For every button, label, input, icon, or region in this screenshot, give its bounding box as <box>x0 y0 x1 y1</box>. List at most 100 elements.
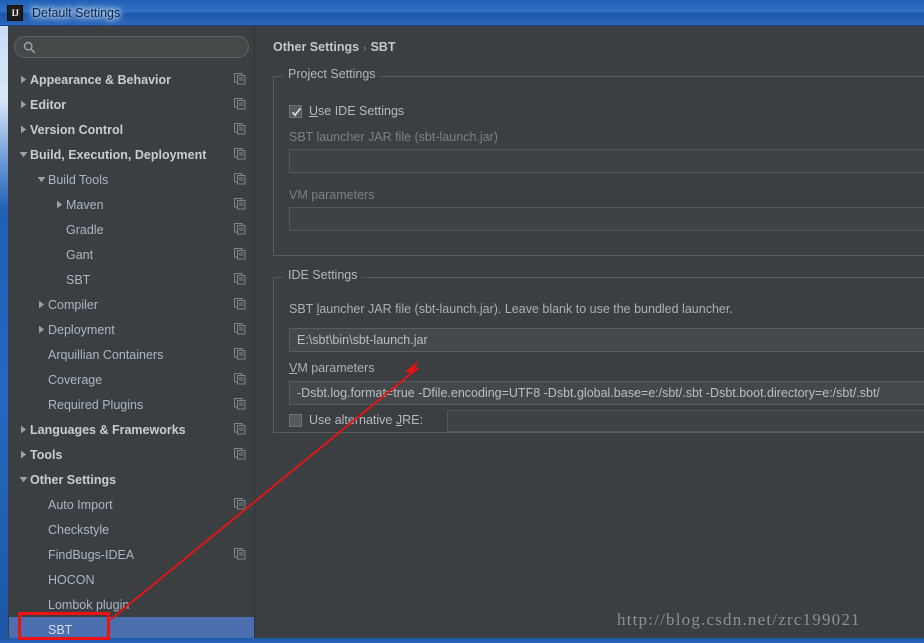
alternative-jre-input[interactable] <box>447 410 924 432</box>
settings-content-panel: Other Settings › SBT Project Settings Use … <box>255 27 924 638</box>
sidebar-item-label: Build Tools <box>48 172 109 187</box>
sidebar-item-deployment[interactable]: Deployment <box>9 317 254 342</box>
copy-settings-icon[interactable] <box>234 498 246 510</box>
sidebar-item-label: HOCON <box>48 572 95 587</box>
sidebar-item-label: Editor <box>30 97 67 112</box>
chevron-right-icon[interactable] <box>35 300 48 309</box>
project-launcher-jar-label: SBT launcher JAR file (sbt-launch.jar) <box>289 130 498 144</box>
window-title-bar: IJ Default Settings <box>0 0 924 26</box>
project-launcher-jar-input[interactable] <box>289 149 924 173</box>
sidebar-item-label: Tools <box>30 447 63 462</box>
chevron-right-icon[interactable] <box>17 75 30 84</box>
sidebar-item-coverage[interactable]: Coverage <box>9 367 254 392</box>
sidebar-item-label: Appearance & Behavior <box>30 72 172 87</box>
copy-settings-icon[interactable] <box>234 548 246 560</box>
chevron-down-icon[interactable] <box>17 150 30 159</box>
copy-settings-icon[interactable] <box>234 223 246 235</box>
sidebar-item-tools[interactable]: Tools <box>9 442 254 467</box>
copy-settings-icon[interactable] <box>234 123 246 135</box>
sidebar-item-label: Gradle <box>66 222 104 237</box>
copy-settings-icon[interactable] <box>234 448 246 460</box>
sidebar-item-sbt[interactable]: SBT <box>9 617 254 638</box>
chevron-right-icon[interactable] <box>53 200 66 209</box>
settings-dialog-window: IJ Default Settings Appearance & Behavio… <box>0 0 924 643</box>
alternative-jre-row[interactable]: Use alternative JRE: <box>289 413 423 427</box>
chevron-right-icon[interactable] <box>17 100 30 109</box>
chevron-right-icon[interactable] <box>17 450 30 459</box>
sidebar-item-gradle[interactable]: Gradle <box>9 217 254 242</box>
ide-vm-parameters-label-rest: parameters <box>307 361 375 375</box>
window-frame-left <box>0 26 8 643</box>
sidebar-item-build-execution-deployment[interactable]: Build, Execution, Deployment <box>9 142 254 167</box>
copy-settings-icon[interactable] <box>234 173 246 185</box>
sidebar-item-other-settings[interactable]: Other Settings <box>9 467 254 492</box>
breadcrumb: Other Settings › SBT <box>273 40 395 54</box>
settings-tree[interactable]: Appearance & Behavior Editor Version Contr… <box>9 67 254 638</box>
copy-settings-icon[interactable] <box>234 248 246 260</box>
copy-settings-icon[interactable] <box>234 98 246 110</box>
sidebar-item-compiler[interactable]: Compiler <box>9 292 254 317</box>
sidebar-item-label: Compiler <box>48 297 99 312</box>
sidebar-item-auto-import[interactable]: Auto Import <box>9 492 254 517</box>
sidebar-item-required-plugins[interactable]: Required Plugins <box>9 392 254 417</box>
copy-settings-icon[interactable] <box>234 273 246 285</box>
sidebar-item-lombok-plugin[interactable]: Lombok plugin <box>9 592 254 617</box>
chevron-down-icon[interactable] <box>17 475 30 484</box>
breadcrumb-separator-icon: › <box>363 43 367 54</box>
ide-vm-parameters-input[interactable]: -Dsbt.log.format=true -Dfile.encoding=UT… <box>289 381 924 405</box>
sidebar-item-label: Gant <box>66 247 94 262</box>
copy-settings-icon[interactable] <box>234 423 246 435</box>
alternative-jre-checkbox[interactable] <box>289 413 302 427</box>
sidebar-item-label: Required Plugins <box>48 397 144 412</box>
sidebar-item-gant[interactable]: Gant <box>9 242 254 267</box>
sidebar-item-label: Other Settings <box>30 472 117 487</box>
project-settings-group-title: Project Settings <box>284 67 380 81</box>
sidebar-search[interactable] <box>14 36 249 58</box>
copy-settings-icon[interactable] <box>234 348 246 360</box>
sidebar-item-findbugs-idea[interactable]: FindBugs-IDEA <box>9 542 254 567</box>
chevron-right-icon[interactable] <box>17 125 30 134</box>
breadcrumb-parent[interactable]: Other Settings <box>273 40 359 54</box>
ide-launcher-jar-input[interactable]: E:\sbt\bin\sbt-launch.jar <box>289 328 924 352</box>
sidebar-item-label: Deployment <box>48 322 115 337</box>
sidebar-item-label: Version Control <box>30 122 124 137</box>
sidebar-item-label: Checkstyle <box>48 522 110 537</box>
alternative-jre-label: Use alternative JRE: <box>309 413 423 427</box>
use-ide-settings-text-rest: se IDE Settings <box>318 104 405 118</box>
breadcrumb-current: SBT <box>370 40 396 54</box>
copy-settings-icon[interactable] <box>234 398 246 410</box>
use-ide-settings-checkbox[interactable] <box>289 104 302 118</box>
sidebar-item-languages-frameworks[interactable]: Languages & Frameworks <box>9 417 254 442</box>
copy-settings-icon[interactable] <box>234 298 246 310</box>
settings-sidebar: Appearance & Behavior Editor Version Contr… <box>9 27 255 638</box>
use-ide-settings-row[interactable]: Use IDE Settings <box>289 104 404 118</box>
sidebar-item-label: Maven <box>66 197 104 212</box>
sidebar-item-label: Languages & Frameworks <box>30 422 186 437</box>
chevron-down-icon[interactable] <box>35 175 48 184</box>
copy-settings-icon[interactable] <box>234 323 246 335</box>
sidebar-item-version-control[interactable]: Version Control <box>9 117 254 142</box>
sidebar-item-label: Lombok plugin <box>48 597 130 612</box>
project-vm-parameters-label: VM parameters <box>289 188 375 202</box>
sidebar-item-build-tools[interactable]: Build Tools <box>9 167 254 192</box>
copy-settings-icon[interactable] <box>234 148 246 160</box>
copy-settings-icon[interactable] <box>234 198 246 210</box>
copy-settings-icon[interactable] <box>234 373 246 385</box>
chevron-right-icon[interactable] <box>35 325 48 334</box>
sidebar-item-hocon[interactable]: HOCON <box>9 567 254 592</box>
sidebar-item-arquillian-containers[interactable]: Arquillian Containers <box>9 342 254 367</box>
sidebar-item-label: Build, Execution, Deployment <box>30 147 207 162</box>
search-input[interactable] <box>36 38 248 56</box>
sidebar-item-checkstyle[interactable]: Checkstyle <box>9 517 254 542</box>
ide-vm-parameters-label: VM parameters <box>289 361 375 375</box>
ide-launcher-jar-label-rest: auncher JAR file (sbt-launch.jar). Leave… <box>319 302 733 316</box>
project-vm-parameters-input[interactable] <box>289 207 924 231</box>
alternative-jre-label-rest: RE: <box>402 413 423 427</box>
sidebar-item-maven[interactable]: Maven <box>9 192 254 217</box>
sidebar-item-sbt[interactable]: SBT <box>9 267 254 292</box>
sidebar-item-editor[interactable]: Editor <box>9 92 254 117</box>
use-ide-settings-label: Use IDE Settings <box>309 104 405 118</box>
copy-settings-icon[interactable] <box>234 73 246 85</box>
chevron-right-icon[interactable] <box>17 425 30 434</box>
sidebar-item-appearance-behavior[interactable]: Appearance & Behavior <box>9 67 254 92</box>
